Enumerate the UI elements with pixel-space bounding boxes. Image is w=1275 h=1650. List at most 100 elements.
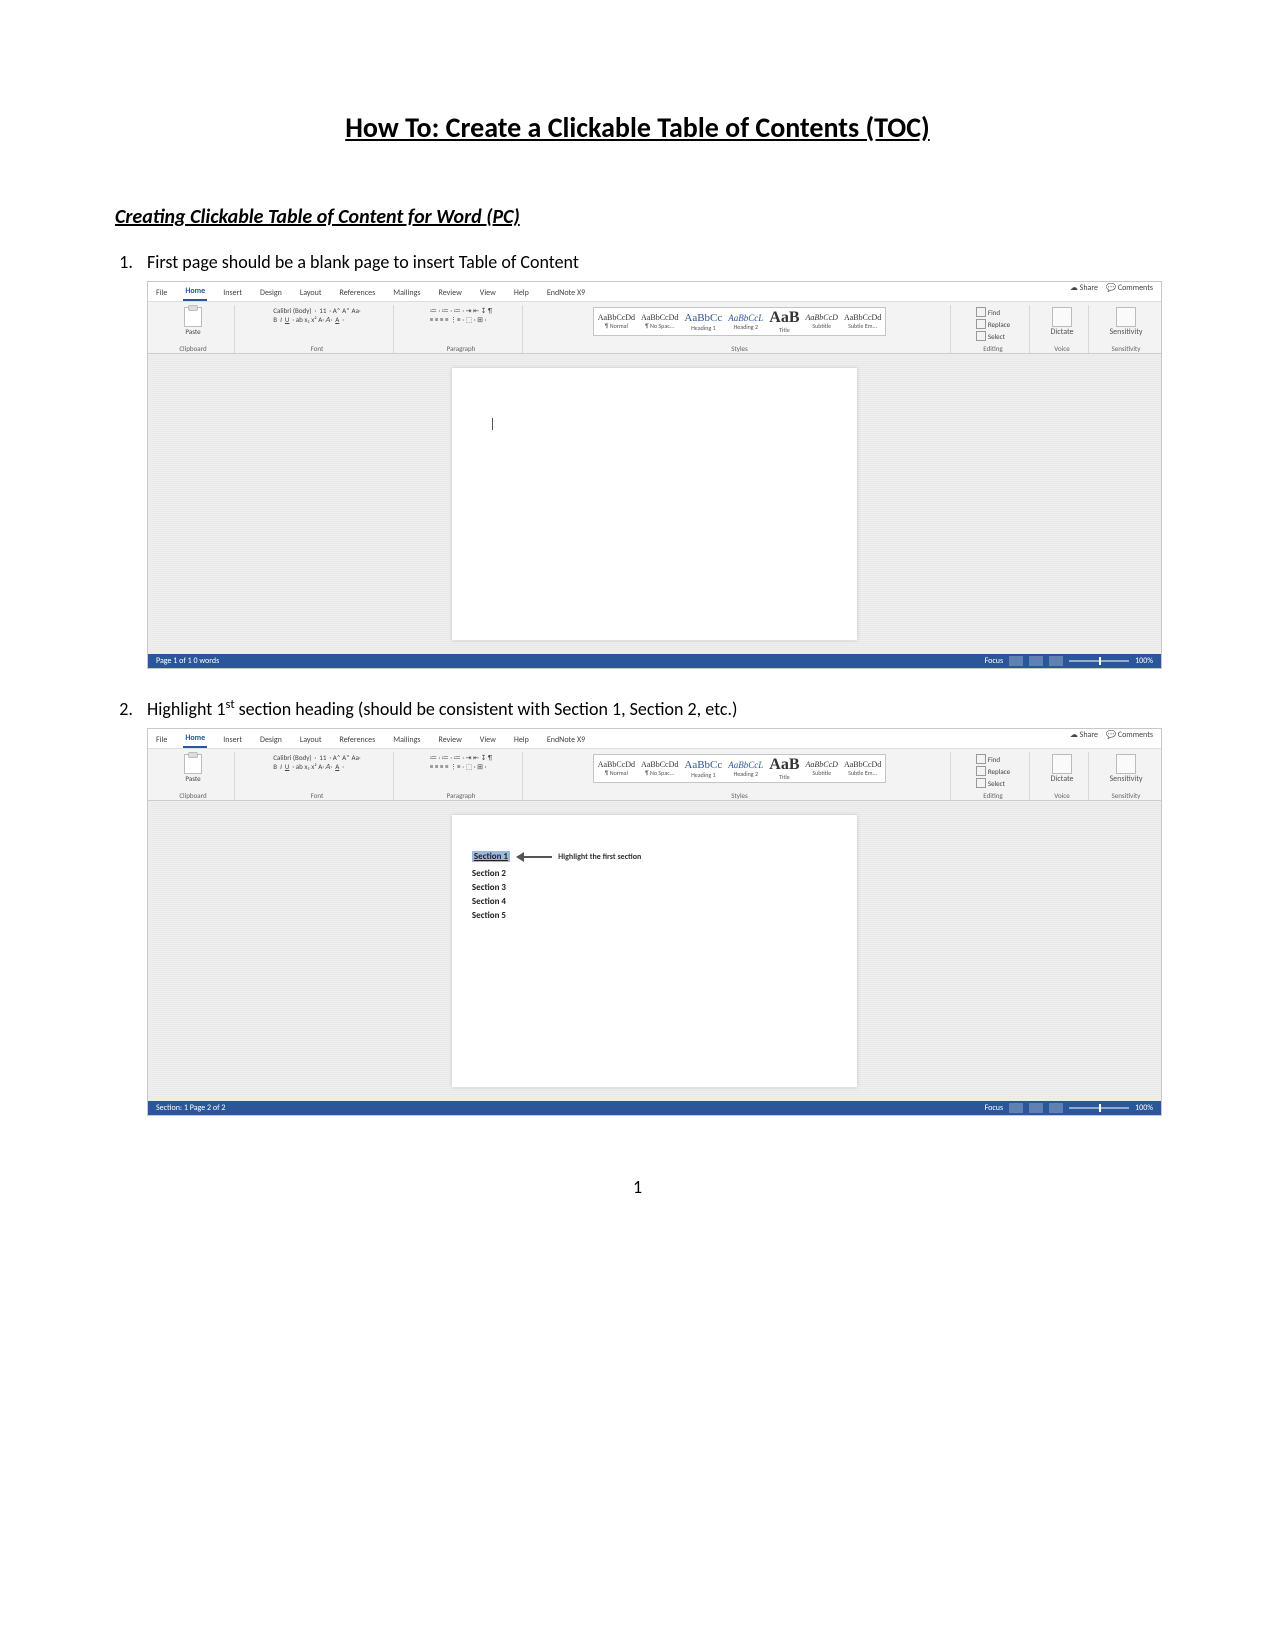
step-1-text: First page should be a blank page to ins…	[147, 251, 579, 273]
group-label-paragraph: Paragraph	[400, 345, 522, 352]
callout-arrow-icon	[516, 850, 552, 864]
group-styles-2: AaBbCcDd¶ Normal AaBbCcDd¶ No Spac... Aa…	[529, 752, 951, 800]
zoom-value-2[interactable]: 100%	[1135, 1104, 1153, 1112]
share-button-2[interactable]: ☁ Share	[1070, 731, 1098, 739]
font-size-combo[interactable]: 11	[319, 307, 326, 314]
styles-gallery[interactable]: AaBbCcDd¶ Normal AaBbCcDd¶ No Spac... Aa…	[593, 307, 887, 336]
paste-button-2[interactable]: Paste	[184, 754, 202, 782]
group-styles: AaBbCcDd¶ Normal AaBbCcDd¶ No Spac... Aa…	[529, 305, 951, 353]
sensitivity-icon	[1116, 307, 1136, 327]
tab-help-2[interactable]: Help	[512, 733, 531, 748]
paste-button[interactable]: Paste	[184, 307, 202, 335]
share-button[interactable]: ☁ Share	[1070, 284, 1098, 292]
select-button[interactable]: Select	[976, 331, 1010, 341]
group-label-clipboard: Clipboard	[152, 345, 234, 352]
group-editing-2: Find Replace Select Editing	[957, 752, 1030, 800]
statusbar-left: Page 1 of 1 0 words	[156, 657, 219, 665]
view-web-icon[interactable]	[1049, 656, 1063, 666]
view-read-icon[interactable]	[1009, 656, 1023, 666]
step-2-text: Highlight 1st section heading (should be…	[147, 698, 738, 720]
tab-home[interactable]: Home	[183, 284, 207, 301]
tab-references-2[interactable]: References	[338, 733, 378, 748]
view-web-icon-2[interactable]	[1049, 1103, 1063, 1113]
group-voice: Dictate Voice	[1036, 305, 1089, 353]
tab-references[interactable]: References	[338, 286, 378, 301]
find-button[interactable]: Find	[976, 307, 1010, 317]
tab-endnote-2[interactable]: EndNote X9	[545, 733, 587, 748]
group-label-font: Font	[241, 345, 393, 352]
view-print-icon-2[interactable]	[1029, 1103, 1043, 1113]
word-workspace-2: Section 1 Highlight the first section Se…	[148, 801, 1161, 1101]
paste-icon	[184, 307, 202, 327]
paste-icon-2	[184, 754, 202, 774]
styles-gallery-2[interactable]: AaBbCcDd¶ Normal AaBbCcDd¶ No Spac... Aa…	[593, 754, 887, 783]
group-font: Calibri (Body) · 11 · A˄ A˅ Aa· B I U · …	[241, 305, 394, 353]
group-clipboard: Paste Clipboard	[152, 305, 235, 353]
tab-insert-2[interactable]: Insert	[221, 733, 244, 748]
tab-layout[interactable]: Layout	[298, 286, 324, 301]
ribbon-tabs: File Home Insert Design Layout Reference…	[148, 282, 1161, 301]
group-label-sensitivity: Sensitivity	[1095, 345, 1157, 352]
section-5: Section 5	[472, 911, 837, 920]
word-statusbar-2: Section: 1 Page 2 of 2 Focus 100%	[148, 1101, 1161, 1115]
tab-layout-2[interactable]: Layout	[298, 733, 324, 748]
group-label-editing: Editing	[957, 345, 1029, 352]
step-1: First page should be a blank page to ins…	[137, 251, 1160, 669]
tab-review-2[interactable]: Review	[437, 733, 464, 748]
step-2: Highlight 1st section heading (should be…	[137, 697, 1160, 1116]
document-page: How To: Create a Clickable Table of Cont…	[0, 0, 1275, 1258]
select-icon	[976, 331, 986, 341]
word-screenshot-2: File Home Insert Design Layout Reference…	[147, 728, 1162, 1116]
tab-view[interactable]: View	[478, 286, 498, 301]
group-voice-2: Dictate Voice	[1036, 752, 1089, 800]
section-list: Section 1 Highlight the first section Se…	[472, 850, 837, 920]
zoom-value[interactable]: 100%	[1135, 657, 1153, 665]
group-sensitivity: Sensitivity Sensitivity	[1095, 305, 1157, 353]
view-print-icon[interactable]	[1029, 656, 1043, 666]
subtitle: Creating Clickable Table of Content for …	[115, 205, 1160, 229]
zoom-slider[interactable]	[1069, 660, 1129, 662]
tab-design-2[interactable]: Design	[258, 733, 284, 748]
comments-button-2[interactable]: 💬 Comments	[1106, 731, 1153, 739]
tab-help[interactable]: Help	[512, 286, 531, 301]
tab-design[interactable]: Design	[258, 286, 284, 301]
font-name-combo[interactable]: Calibri (Body)	[273, 307, 311, 314]
comments-button[interactable]: 💬 Comments	[1106, 284, 1153, 292]
word-screenshot-1: File Home Insert Design Layout Reference…	[147, 281, 1162, 669]
focus-mode-button-2[interactable]: Focus	[985, 1104, 1004, 1112]
text-caret	[492, 418, 493, 430]
blank-page[interactable]	[452, 368, 857, 640]
section-2: Section 2	[472, 869, 837, 878]
tab-view-2[interactable]: View	[478, 733, 498, 748]
group-label-voice: Voice	[1036, 345, 1088, 352]
dictate-button[interactable]: Dictate	[1050, 307, 1073, 336]
dictate-icon	[1052, 307, 1072, 327]
tab-insert[interactable]: Insert	[221, 286, 244, 301]
replace-button[interactable]: Replace	[976, 319, 1010, 329]
tab-endnote[interactable]: EndNote X9	[545, 286, 587, 301]
find-icon	[976, 307, 986, 317]
tab-mailings-2[interactable]: Mailings	[391, 733, 422, 748]
group-editing: Find Replace Select Editing	[957, 305, 1030, 353]
zoom-slider-2[interactable]	[1069, 1107, 1129, 1109]
word-statusbar-1: Page 1 of 1 0 words Focus 100%	[148, 654, 1161, 668]
tab-mailings[interactable]: Mailings	[391, 286, 422, 301]
ribbon-body: Paste Clipboard Calibri (Body) · 11 · A˄…	[148, 301, 1161, 354]
tab-file[interactable]: File	[154, 286, 169, 301]
ribbon-tabs-2: File Home Insert Design Layout Reference…	[148, 729, 1161, 748]
group-paragraph-2: ≔ · ≔ · ≔ · ⇥ ⇤ ↧ ¶ ≡ ≡ ≡ ≡ ⋮≡ · ⬚ · ⊞ ·…	[400, 752, 523, 800]
section-4: Section 4	[472, 897, 837, 906]
tab-review[interactable]: Review	[437, 286, 464, 301]
sensitivity-button[interactable]: Sensitivity	[1109, 307, 1142, 336]
section-1-highlighted[interactable]: Section 1	[472, 851, 510, 862]
section-3: Section 3	[472, 883, 837, 892]
group-label-styles: Styles	[529, 345, 950, 352]
callout-text: Highlight the first section	[558, 852, 641, 862]
tab-file-2[interactable]: File	[154, 733, 169, 748]
page-title: How To: Create a Clickable Table of Cont…	[115, 110, 1160, 145]
tab-home-2[interactable]: Home	[183, 731, 207, 748]
view-read-icon-2[interactable]	[1009, 1103, 1023, 1113]
page-number: 1	[115, 1176, 1160, 1198]
focus-mode-button[interactable]: Focus	[985, 657, 1004, 665]
sections-page[interactable]: Section 1 Highlight the first section Se…	[452, 815, 857, 1087]
